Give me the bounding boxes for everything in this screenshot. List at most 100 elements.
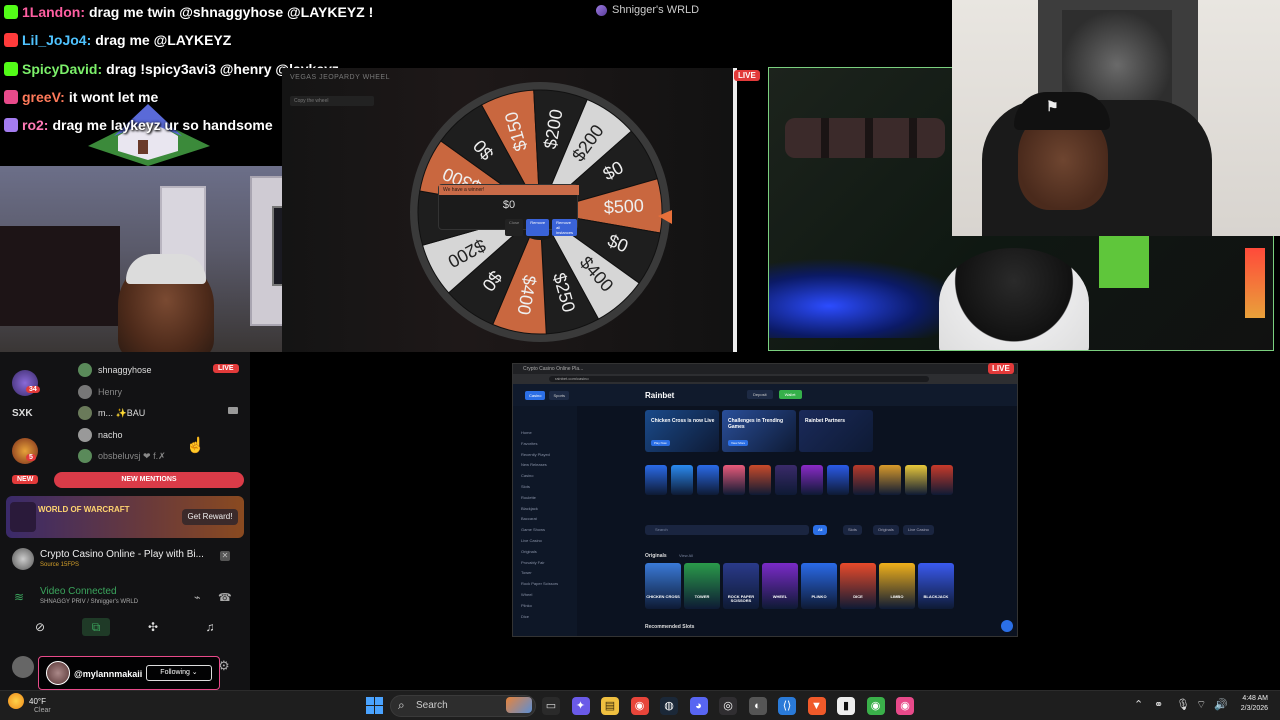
site-tab[interactable]: Casino [525, 391, 546, 400]
game-tile[interactable] [827, 465, 849, 495]
server-sxk[interactable]: SXK [12, 408, 33, 419]
close-icon[interactable]: ✕ [220, 551, 230, 561]
camera-off-icon[interactable]: ⊘ [26, 618, 54, 636]
chevron-up-icon[interactable]: ⌃ [1134, 698, 1143, 711]
filter-chip[interactable]: Live Casino [903, 525, 934, 535]
soundboard-icon[interactable]: ♫ [196, 618, 224, 636]
game-tile[interactable] [645, 465, 667, 495]
sidebar-item[interactable]: Rock Paper Scissors [521, 581, 558, 586]
banner-button[interactable]: View More [728, 440, 749, 446]
original-game-tile[interactable]: ROCK PAPER SCISSORS [723, 563, 759, 609]
filter-chip[interactable]: All [813, 525, 828, 535]
sidebar-item[interactable]: Provably Fair [521, 560, 545, 565]
filter-chip[interactable]: Slots [843, 525, 862, 535]
game-tile[interactable] [801, 465, 823, 495]
filter-chip[interactable]: Originals [873, 525, 899, 535]
following-button[interactable]: Following ⌄ [146, 665, 212, 681]
game-tile[interactable] [749, 465, 771, 495]
chrome-icon[interactable]: ◉ [630, 697, 649, 715]
game-tile[interactable] [775, 465, 797, 495]
url-field[interactable]: rainbet.com/casino [549, 376, 929, 382]
sidebar-item[interactable]: Roulette [521, 495, 536, 500]
sidebar-item[interactable]: Game Shows [521, 527, 545, 532]
voice-user[interactable]: obsbeluvsj ❤ f.✗ [78, 449, 166, 463]
promo-banner[interactable]: Chicken Cross is now Live Play Now [645, 410, 719, 452]
activity-title[interactable]: Crypto Casino Online - Play with Bi... [40, 549, 204, 560]
original-game-tile[interactable]: TOWER [684, 563, 720, 609]
user-avatar[interactable] [12, 656, 34, 678]
discord-icon[interactable]: ◕ [689, 697, 708, 715]
dialog-button[interactable]: Remove all instances [552, 219, 578, 236]
clock[interactable]: 4:48 AM 2/3/2026 [1232, 694, 1268, 714]
game-search-input[interactable]: Search [645, 525, 809, 535]
file-explorer-icon[interactable]: ▤ [601, 697, 619, 715]
epic-icon[interactable]: ▮ [837, 697, 855, 715]
sidebar-item[interactable]: Casino [521, 473, 533, 478]
game-tile[interactable] [697, 465, 719, 495]
browser-tab[interactable]: Crypto Casino Online Pla... [513, 364, 1017, 374]
steam-icon[interactable]: ◍ [660, 697, 678, 715]
voice-user[interactable]: shnaggyhose [78, 363, 152, 377]
sidebar-item[interactable]: Slots [521, 484, 530, 489]
chat-bubble-icon[interactable] [1001, 620, 1013, 632]
new-badge[interactable]: NEW [12, 475, 39, 484]
dialog-button[interactable]: Close [505, 219, 524, 236]
get-reward-button[interactable]: Get Reward! [182, 509, 238, 525]
sidebar-item[interactable]: Favorites [521, 441, 537, 446]
sidebar-item[interactable]: Recently Played [521, 452, 550, 457]
site-tab[interactable]: Sports [549, 391, 570, 400]
sidebar-item[interactable]: Baccarat [521, 516, 537, 521]
site-logo[interactable]: Rainbet [645, 391, 674, 400]
disconnect-icon[interactable]: ☎ [218, 591, 232, 604]
original-game-tile[interactable]: WHEEL [762, 563, 798, 609]
header-button[interactable]: Wallet [778, 390, 802, 399]
microphone-icon[interactable]: 🎙 [1176, 698, 1190, 711]
header-button[interactable]: Deposit [747, 390, 773, 399]
voice-user[interactable]: Henry [78, 384, 122, 399]
game-tile[interactable] [905, 465, 927, 495]
voice-user[interactable]: nacho [78, 427, 123, 442]
activities-icon[interactable]: ✣ [139, 618, 167, 636]
sidebar-item[interactable]: Dice [521, 614, 529, 619]
game-tile[interactable] [723, 465, 745, 495]
original-game-tile[interactable]: PLINKO [801, 563, 837, 609]
sidebar-item[interactable]: Plinko [521, 603, 532, 608]
wifi-icon[interactable]: ⌔ [1196, 698, 1206, 712]
game-tile[interactable] [853, 465, 875, 495]
windows-start-icon[interactable] [366, 697, 383, 714]
sidebar-item[interactable]: Blackjack [521, 506, 538, 511]
volume-icon[interactable]: 🔊 [1214, 698, 1228, 711]
sidebar-item[interactable]: Originals [521, 549, 537, 554]
chrome-profile-2-icon[interactable]: ◉ [896, 697, 914, 715]
network-icon[interactable]: ⚭ [1154, 698, 1163, 711]
original-game-tile[interactable]: LIMBO [879, 563, 915, 609]
banner-button[interactable]: Play Now [651, 440, 670, 446]
game-tile[interactable] [931, 465, 953, 495]
sidebar-item[interactable]: Wheel [521, 592, 532, 597]
promo-banner[interactable]: Challenges in Trending Games View More [722, 410, 796, 452]
voice-user[interactable]: m... ✨BAU [78, 406, 145, 420]
promo-banner[interactable]: Rainbet Partners [799, 410, 873, 452]
task-view-icon[interactable]: ▭ [542, 697, 560, 715]
brave-icon[interactable]: ▼ [807, 697, 826, 715]
app-icon[interactable]: ◐ [748, 697, 767, 715]
original-game-tile[interactable]: BLACKJACK [918, 563, 954, 609]
game-tile[interactable] [671, 465, 693, 495]
chrome-profile-icon[interactable]: ◉ [866, 697, 885, 715]
obs-icon[interactable]: ◎ [719, 697, 737, 715]
original-game-tile[interactable]: DICE [840, 563, 876, 609]
sidebar-item[interactable]: Tower [521, 570, 532, 575]
game-tile[interactable] [879, 465, 901, 495]
dialog-button[interactable]: Remove [526, 219, 550, 236]
screen-share-icon[interactable]: ⧉ [82, 618, 110, 636]
sidebar-item[interactable]: Live Casino [521, 538, 542, 543]
original-game-tile[interactable]: CHICKEN CROSS [645, 563, 681, 609]
copilot-icon[interactable]: ✦ [571, 697, 590, 715]
sidebar-item[interactable]: New Releases [521, 462, 547, 467]
wheel-toolbar[interactable]: Copy the wheel [290, 96, 374, 106]
sidebar-item[interactable]: Home [521, 430, 532, 435]
view-all-link[interactable]: View All [679, 553, 693, 558]
noise-suppression-icon[interactable]: ⌁ [194, 591, 201, 604]
vscode-icon[interactable]: ⟨⟩ [778, 697, 796, 715]
new-mentions-button[interactable]: NEW MENTIONS [54, 472, 244, 488]
